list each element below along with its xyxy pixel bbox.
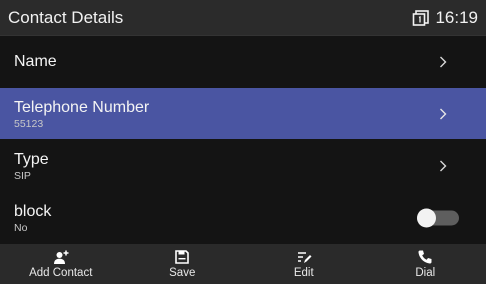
dial-button[interactable]: Dial — [365, 244, 486, 284]
field-row-telephone-number[interactable]: Telephone Number 55123 — [0, 88, 486, 139]
row-text: block No — [14, 202, 51, 234]
status-indicators: 16:19 — [412, 8, 478, 28]
chevron-right-icon — [440, 56, 447, 67]
edit-label: Edit — [293, 267, 314, 279]
add-contact-button[interactable]: Add Contact — [0, 244, 122, 284]
row-text: Type SIP — [14, 150, 49, 182]
line-status-icon — [413, 9, 430, 26]
edit-button[interactable]: Edit — [243, 244, 365, 284]
toggle-knob — [417, 208, 436, 227]
edit-icon — [297, 252, 312, 263]
save-icon — [175, 250, 190, 264]
status-bar: Contact Details 16:19 — [0, 0, 486, 36]
field-value-telephone-number: 55123 — [14, 117, 44, 130]
field-label-name: Name — [14, 53, 57, 70]
row-text: Telephone Number 55123 — [14, 98, 149, 130]
chevron-right-icon — [440, 160, 447, 171]
row-text: Name — [14, 52, 57, 71]
softkey-bar: Add Contact Save Edit Dial — [0, 244, 486, 284]
field-label-type: Type — [14, 150, 49, 168]
field-row-name[interactable]: Name — [0, 36, 486, 87]
block-toggle[interactable] — [417, 208, 459, 227]
field-label-block: block — [14, 202, 52, 220]
chevron-right-icon — [440, 108, 447, 119]
save-button[interactable]: Save — [122, 244, 244, 284]
field-value-type: SIP — [14, 169, 31, 182]
field-value-block: No — [14, 221, 28, 234]
contact-detail-list: Name Telephone Number 55123 Type SIP blo… — [0, 36, 486, 244]
field-row-type[interactable]: Type SIP — [0, 140, 486, 191]
save-label: Save — [169, 267, 196, 279]
phone-icon — [418, 250, 432, 264]
add-contact-icon — [53, 250, 69, 264]
page-title: Contact Details — [8, 7, 124, 27]
add-contact-label: Add Contact — [29, 267, 93, 279]
dial-label: Dial — [415, 267, 436, 279]
field-row-block[interactable]: block No — [0, 192, 486, 243]
clock: 16:19 — [435, 7, 478, 27]
field-label-telephone-number: Telephone Number — [14, 98, 150, 116]
